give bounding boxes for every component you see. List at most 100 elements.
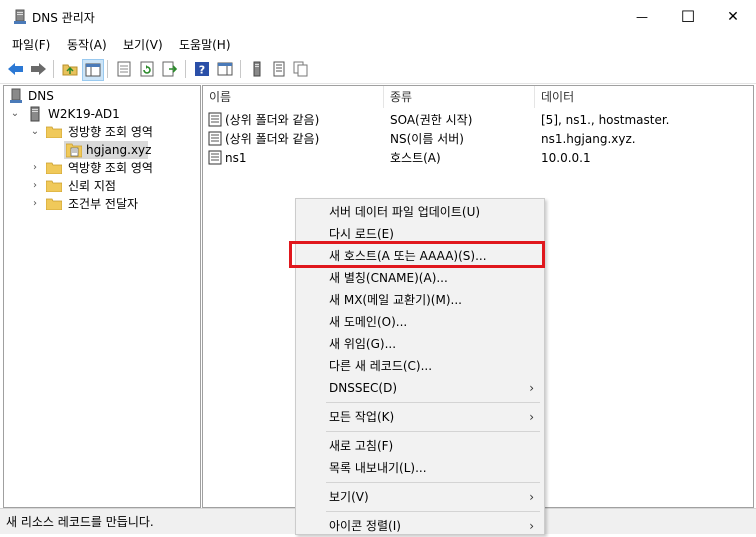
- minimize-button[interactable]: —: [619, 0, 665, 33]
- folder-icon: [46, 198, 62, 210]
- tree-item-label: hgjang.xyz: [86, 143, 152, 157]
- server-icon: [30, 106, 40, 122]
- record-data: 10.0.0.1: [541, 151, 591, 165]
- folder-icon: [46, 126, 62, 138]
- copy-icon: [293, 61, 308, 77]
- maximize-icon: ☐: [680, 7, 696, 26]
- menu-view[interactable]: 보기(V): [123, 36, 163, 53]
- refresh-button[interactable]: [137, 59, 157, 79]
- column-header-type[interactable]: 종류: [384, 86, 535, 108]
- menu-item-new-domain[interactable]: 새 도메인(O)...: [296, 311, 544, 333]
- collapsed-chevron-icon[interactable]: ›: [30, 195, 40, 213]
- menu-bar: 파일(F) 동작(A) 보기(V) 도움말(H): [0, 33, 756, 55]
- tree-item-trust-points[interactable]: › 신뢰 지점: [4, 177, 200, 195]
- dns-icon: [10, 88, 22, 103]
- up-folder-icon: [62, 64, 78, 76]
- dns-app-icon: [14, 9, 26, 24]
- export-icon: [162, 61, 178, 77]
- show-tree-button[interactable]: [82, 59, 104, 81]
- record-icon: [208, 150, 222, 165]
- record-name: (상위 폴더와 같음): [225, 132, 320, 146]
- record-data: ns1.hgjang.xyz.: [541, 132, 636, 146]
- submenu-arrow-icon: ›: [529, 381, 534, 395]
- menu-item-dnssec[interactable]: DNSSEC(D) ›: [296, 377, 544, 399]
- show-pane-icon: [217, 62, 233, 76]
- tree-pane: DNS ⌄ W2K19-AD1 ⌄ 정방향 조회 영역 hgjang.xyz ›…: [3, 85, 201, 508]
- tree-item-label: DNS: [28, 89, 54, 103]
- tree-item-label: 정방향 조회 영역: [68, 125, 153, 139]
- record-name: ns1: [225, 151, 247, 165]
- forward-button[interactable]: [28, 59, 48, 79]
- tree-item-label: 신뢰 지점: [68, 179, 116, 193]
- menu-action[interactable]: 동작(A): [67, 36, 107, 53]
- column-header-name[interactable]: 이름: [203, 86, 384, 108]
- menu-item-export-list[interactable]: 목록 내보내기(L)...: [296, 457, 544, 479]
- up-folder-button[interactable]: [60, 59, 80, 79]
- menu-item-new-mx[interactable]: 새 MX(메일 교환기)(M)...: [296, 289, 544, 311]
- close-button[interactable]: ✕: [710, 0, 756, 33]
- tree-item-conditional-forwarders[interactable]: › 조건부 전달자: [4, 195, 200, 213]
- folder-icon: [46, 180, 62, 192]
- forward-icon: [31, 63, 46, 75]
- tree-item-zone-hgjang[interactable]: hgjang.xyz: [64, 141, 152, 159]
- collapsed-chevron-icon[interactable]: ›: [30, 177, 40, 195]
- menu-item-view[interactable]: 보기(V) ›: [296, 486, 544, 508]
- menu-item-new-delegation[interactable]: 새 위임(G)...: [296, 333, 544, 355]
- tree-item-server[interactable]: ⌄ W2K19-AD1: [4, 105, 200, 123]
- tree-item-reverse-zones[interactable]: › 역방향 조회 영역: [4, 159, 200, 177]
- server-icon: [253, 61, 261, 77]
- export-button[interactable]: [160, 59, 180, 79]
- menu-item-all-tasks[interactable]: 모든 작업(K) ›: [296, 406, 544, 428]
- record-icon: [208, 131, 222, 146]
- table-row[interactable]: (상위 폴더와 같음) NS(이름 서버) ns1.hgjang.xyz.: [203, 130, 753, 148]
- record-type: NS(이름 서버): [390, 132, 464, 146]
- title-bar: DNS 관리자 — ☐ ✕: [0, 0, 756, 33]
- submenu-arrow-icon: ›: [529, 410, 534, 424]
- status-text: 새 리소스 레코드를 만듭니다.: [6, 515, 154, 529]
- maximize-button[interactable]: ☐: [665, 0, 711, 33]
- menu-item-new-alias[interactable]: 새 별칭(CNAME)(A)...: [296, 267, 544, 289]
- server-button[interactable]: [247, 59, 267, 79]
- tree-item-label: W2K19-AD1: [48, 107, 120, 121]
- minimize-icon: —: [636, 9, 648, 24]
- tree-item-dns[interactable]: DNS: [4, 87, 200, 105]
- help-icon: ?: [195, 62, 209, 77]
- menu-item-update-server-data-file[interactable]: 서버 데이터 파일 업데이트(U): [296, 201, 544, 223]
- copy-button[interactable]: [291, 59, 311, 79]
- menu-help[interactable]: 도움말(H): [179, 36, 231, 53]
- list-button[interactable]: [269, 59, 289, 79]
- expanded-chevron-icon[interactable]: ⌄: [30, 123, 40, 141]
- submenu-arrow-icon: ›: [529, 490, 534, 504]
- menu-file[interactable]: 파일(F): [12, 36, 50, 53]
- tree-item-label: 조건부 전달자: [68, 197, 139, 211]
- tree-item-forward-zones[interactable]: ⌄ 정방향 조회 영역: [4, 123, 200, 141]
- column-header-data[interactable]: 데이터: [535, 86, 753, 108]
- help-button[interactable]: ?: [192, 59, 212, 79]
- list-icon: [273, 61, 285, 77]
- table-row[interactable]: ns1 호스트(A) 10.0.0.1: [203, 149, 753, 167]
- record-type: SOA(권한 시작): [390, 113, 473, 127]
- zone-icon: [66, 143, 82, 158]
- folder-icon: [46, 162, 62, 174]
- back-icon: [8, 63, 23, 75]
- properties-button[interactable]: [114, 59, 134, 79]
- refresh-icon: [140, 61, 154, 77]
- record-type: 호스트(A): [390, 151, 441, 165]
- menu-item-arrange-icons[interactable]: 아이콘 정렬(I) ›: [296, 515, 544, 537]
- record-icon: [208, 112, 222, 127]
- tree-item-label: 역방향 조회 영역: [68, 161, 153, 175]
- menu-item-other-new-records[interactable]: 다른 새 레코드(C)...: [296, 355, 544, 377]
- show-tree-icon: [85, 63, 101, 77]
- show-pane-button[interactable]: [215, 59, 235, 79]
- close-icon: ✕: [727, 8, 739, 25]
- collapsed-chevron-icon[interactable]: ›: [30, 159, 40, 177]
- record-name: (상위 폴더와 같음): [225, 113, 320, 127]
- toolbar: ?: [0, 55, 756, 84]
- window-title: DNS 관리자: [32, 11, 95, 25]
- record-data: [5], ns1., hostmaster.: [541, 113, 670, 127]
- expanded-chevron-icon[interactable]: ⌄: [10, 105, 20, 123]
- menu-item-refresh[interactable]: 새로 고침(F): [296, 435, 544, 457]
- back-button[interactable]: [6, 59, 26, 79]
- table-row[interactable]: (상위 폴더와 같음) SOA(권한 시작) [5], ns1., hostma…: [203, 111, 753, 129]
- highlight-annotation: [289, 241, 545, 268]
